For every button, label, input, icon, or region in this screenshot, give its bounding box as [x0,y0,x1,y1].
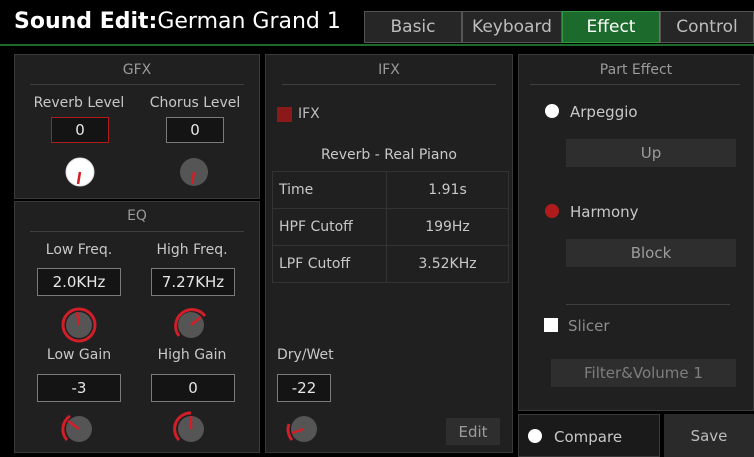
title-prefix: Sound Edit: [14,9,158,34]
chorus-level-field[interactable]: 0 [166,117,224,143]
tab-effect[interactable]: Effect [562,11,660,43]
high-freq-knob[interactable] [172,306,210,344]
param-value: 1.91s [428,182,467,198]
save-button[interactable]: Save [664,414,754,457]
table-row[interactable]: LPF Cutoff 3.52KHz [273,246,508,282]
eq-title: EQ [127,208,147,224]
table-row[interactable]: HPF Cutoff 199Hz [273,209,508,246]
param-value: 199Hz [425,219,470,235]
ifx-param-table: Time 1.91s HPF Cutoff 199Hz LPF Cutoff 3… [272,171,509,283]
gfx-title: GFX [122,62,152,78]
param-name: LPF Cutoff [273,246,387,282]
arpeggio-radio-icon[interactable] [545,104,559,118]
high-freq-field[interactable]: 7.27KHz [151,268,235,296]
tab-control[interactable]: Control [660,11,754,43]
page-title: Sound Edit:German Grand 1 [14,9,341,34]
sound-name: German Grand 1 [157,9,341,34]
high-gain-label: High Gain [157,347,227,363]
param-value: 3.52KHz [418,256,477,272]
high-freq-label: High Freq. [156,242,228,258]
harmony-type-select[interactable]: Block [566,239,736,267]
eq-panel [14,201,260,453]
ifx-checkbox-icon[interactable] [277,107,292,122]
compare-label: Compare [554,428,623,446]
reverb-level-field[interactable]: 0 [51,117,109,143]
slicer-checkbox-icon[interactable] [544,318,558,332]
slicer-label: Slicer [568,317,610,335]
compare-radio-icon [528,429,542,443]
slicer-type-select[interactable]: Filter&Volume 1 [551,359,736,387]
edit-button[interactable]: Edit [446,418,500,445]
ifx-toggle-label: IFX [298,106,320,122]
reverb-level-knob[interactable] [64,156,96,188]
gfx-divider [30,84,244,85]
eq-divider [30,231,244,232]
part-effect-divider [530,84,740,85]
low-freq-field[interactable]: 2.0KHz [37,268,121,296]
low-gain-field[interactable]: -3 [37,374,121,402]
slicer-divider [566,304,730,305]
low-gain-label: Low Gain [46,347,112,363]
high-gain-knob[interactable] [172,410,210,448]
chorus-level-label: Chorus Level [149,95,241,111]
param-name: HPF Cutoff [273,209,387,245]
chorus-level-knob[interactable] [178,156,210,188]
arpeggio-type-select[interactable]: Up [566,139,736,167]
part-effect-title: Part Effect [599,62,673,78]
high-gain-field[interactable]: 0 [151,374,235,402]
ifx-preset-name[interactable]: Reverb - Real Piano [265,147,513,163]
ifx-title: IFX [378,62,400,78]
dry-wet-label: Dry/Wet [277,347,334,363]
tab-basic[interactable]: Basic [364,11,462,43]
table-row[interactable]: Time 1.91s [273,172,508,209]
ifx-divider [282,84,496,85]
tab-keyboard[interactable]: Keyboard [462,11,562,43]
header-underline [0,44,754,46]
param-name: Time [273,172,387,208]
dry-wet-field[interactable]: -22 [277,374,331,402]
low-freq-label: Low Freq. [45,242,113,258]
reverb-level-label: Reverb Level [33,95,125,111]
low-freq-knob[interactable] [60,306,98,344]
arpeggio-label: Arpeggio [570,103,638,121]
harmony-label: Harmony [570,203,639,221]
harmony-radio-icon[interactable] [545,204,559,218]
low-gain-knob[interactable] [60,410,98,448]
dry-wet-knob[interactable] [285,410,323,448]
